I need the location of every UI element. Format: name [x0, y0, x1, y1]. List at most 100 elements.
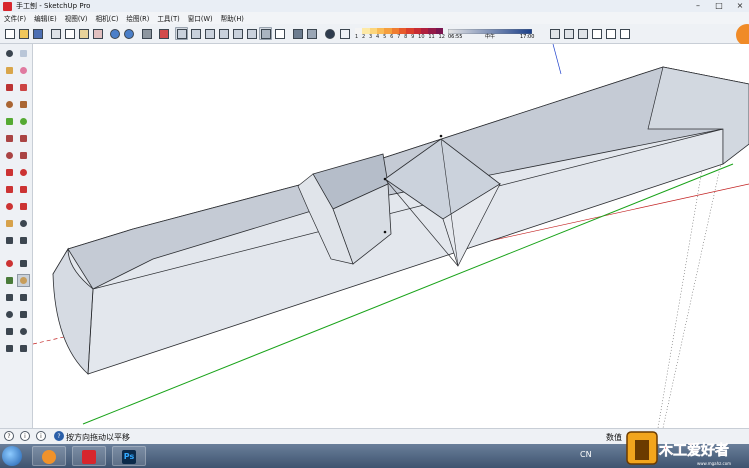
shaded-style-icon[interactable]	[291, 27, 303, 39]
rectangle-icon[interactable]	[4, 99, 15, 110]
warehouse-icon[interactable]	[590, 27, 602, 39]
axes-icon[interactable]	[4, 258, 15, 269]
credits-icon[interactable]: i	[36, 431, 46, 441]
tape-measure-icon[interactable]	[4, 218, 15, 229]
orbit-icon[interactable]	[4, 275, 15, 286]
zoom-icon[interactable]	[4, 292, 15, 303]
maximize-button[interactable]: □	[712, 1, 726, 10]
line-icon[interactable]	[4, 82, 15, 93]
open-folder-icon[interactable]	[17, 27, 29, 39]
select-glyph	[6, 50, 13, 57]
menu-draw[interactable]: 绘图(R)	[122, 13, 153, 23]
front-view-icon[interactable]	[203, 27, 215, 39]
top-view-icon[interactable]	[189, 27, 201, 39]
position-camera-icon[interactable]	[4, 326, 15, 337]
undo-icon[interactable]	[108, 27, 120, 39]
new-file-icon[interactable]	[3, 27, 15, 39]
three-point-arc-icon[interactable]	[4, 150, 15, 161]
drawing-viewport[interactable]	[33, 44, 749, 428]
shadow-scale-label: 11	[428, 34, 435, 40]
copy-icon[interactable]	[63, 27, 75, 39]
3d-text-glyph	[20, 260, 27, 267]
cut-icon[interactable]	[49, 27, 61, 39]
select-icon[interactable]	[4, 48, 15, 59]
menu-view[interactable]: 视图(V)	[61, 13, 92, 23]
menu-camera[interactable]: 相机(C)	[91, 13, 122, 23]
protractor-icon[interactable]	[4, 235, 15, 246]
input-language[interactable]: CN	[580, 450, 592, 459]
polygon-icon[interactable]	[18, 116, 29, 127]
model-icon-1[interactable]	[548, 27, 560, 39]
pie-icon[interactable]	[18, 133, 29, 144]
taskbar-sketchup[interactable]	[72, 446, 106, 466]
shadow-scale-label: 5	[383, 34, 387, 40]
look-around-icon[interactable]	[4, 343, 15, 354]
circle-icon[interactable]	[4, 116, 15, 127]
section-plane-icon[interactable]	[18, 343, 29, 354]
back-view-icon[interactable]	[231, 27, 243, 39]
model-canvas[interactable]	[33, 44, 749, 428]
paste-icon[interactable]	[77, 27, 89, 39]
tool-palette	[0, 44, 33, 428]
measurements-label: 数值	[606, 433, 622, 442]
minimize-button[interactable]: –	[691, 1, 705, 10]
watermark-url: www.mgahz.com	[697, 461, 731, 466]
zoom-glyph	[6, 294, 13, 301]
right-view-icon[interactable]	[217, 27, 229, 39]
text-icon[interactable]	[18, 235, 29, 246]
taskbar-browser[interactable]	[32, 446, 66, 466]
shadow-scale-label: 2	[362, 34, 366, 40]
paint-bucket-icon[interactable]	[4, 65, 15, 76]
erase-icon[interactable]	[91, 27, 103, 39]
left-view-icon[interactable]	[245, 27, 257, 39]
iso-view-icon[interactable]	[175, 27, 188, 40]
menu-help[interactable]: 帮助(H)	[217, 13, 248, 23]
offset-icon[interactable]	[18, 201, 29, 212]
dimension-icon[interactable]	[18, 218, 29, 229]
save-icon[interactable]	[31, 27, 43, 39]
extension-warehouse-icon[interactable]	[618, 27, 630, 39]
close-button[interactable]: ×	[733, 1, 747, 10]
taskbar-photoshop[interactable]: Ps	[112, 446, 146, 466]
menu-window[interactable]: 窗口(W)	[184, 13, 217, 23]
previous-view-icon[interactable]	[18, 309, 29, 320]
tape-measure-glyph	[6, 220, 13, 227]
arc-icon[interactable]	[4, 133, 15, 144]
3d-text-icon[interactable]	[18, 258, 29, 269]
textured-style-icon[interactable]	[305, 27, 317, 39]
pan-icon[interactable]	[17, 274, 30, 287]
zoom-extents-icon[interactable]	[4, 309, 15, 320]
walk-icon[interactable]	[18, 326, 29, 337]
freehand-icon[interactable]	[18, 82, 29, 93]
fog-toggle-icon[interactable]	[338, 27, 350, 39]
instructor-icon[interactable]: ?	[54, 431, 64, 441]
geo-info-icon[interactable]: i	[20, 431, 30, 441]
push-pull-icon[interactable]	[18, 167, 29, 178]
rotated-rectangle-icon[interactable]	[18, 99, 29, 110]
zoom-window-icon[interactable]	[18, 292, 29, 303]
xray-style-icon[interactable]	[259, 27, 272, 40]
model-info-icon[interactable]	[157, 27, 169, 39]
print-icon[interactable]	[140, 27, 152, 39]
eraser-icon[interactable]	[18, 65, 29, 76]
menu-edit[interactable]: 编辑(E)	[30, 13, 61, 23]
shadow-toggle-icon[interactable]	[323, 27, 335, 39]
model-icon-2[interactable]	[562, 27, 574, 39]
move-icon[interactable]	[4, 167, 15, 178]
follow-me-icon[interactable]	[18, 184, 29, 195]
vertex-point	[439, 134, 443, 138]
menu-tools[interactable]: 工具(T)	[153, 13, 183, 23]
shadow-scale-labels: 1 2 3 4 5 6 7 8 9 10 11 12	[355, 34, 445, 41]
start-button[interactable]	[2, 446, 22, 466]
component-icon[interactable]	[18, 48, 29, 59]
two-point-arc-icon[interactable]	[18, 150, 29, 161]
scale-icon[interactable]	[4, 201, 15, 212]
menu-file[interactable]: 文件(F)	[0, 13, 30, 23]
redo-icon[interactable]	[122, 27, 134, 39]
shadow-scale-label: 10	[418, 34, 425, 40]
rotate-icon[interactable]	[4, 184, 15, 195]
help-icon[interactable]: ?	[4, 431, 14, 441]
model-icon-3[interactable]	[576, 27, 588, 39]
share-model-icon[interactable]	[604, 27, 616, 39]
wireframe-style-icon[interactable]	[273, 27, 285, 39]
